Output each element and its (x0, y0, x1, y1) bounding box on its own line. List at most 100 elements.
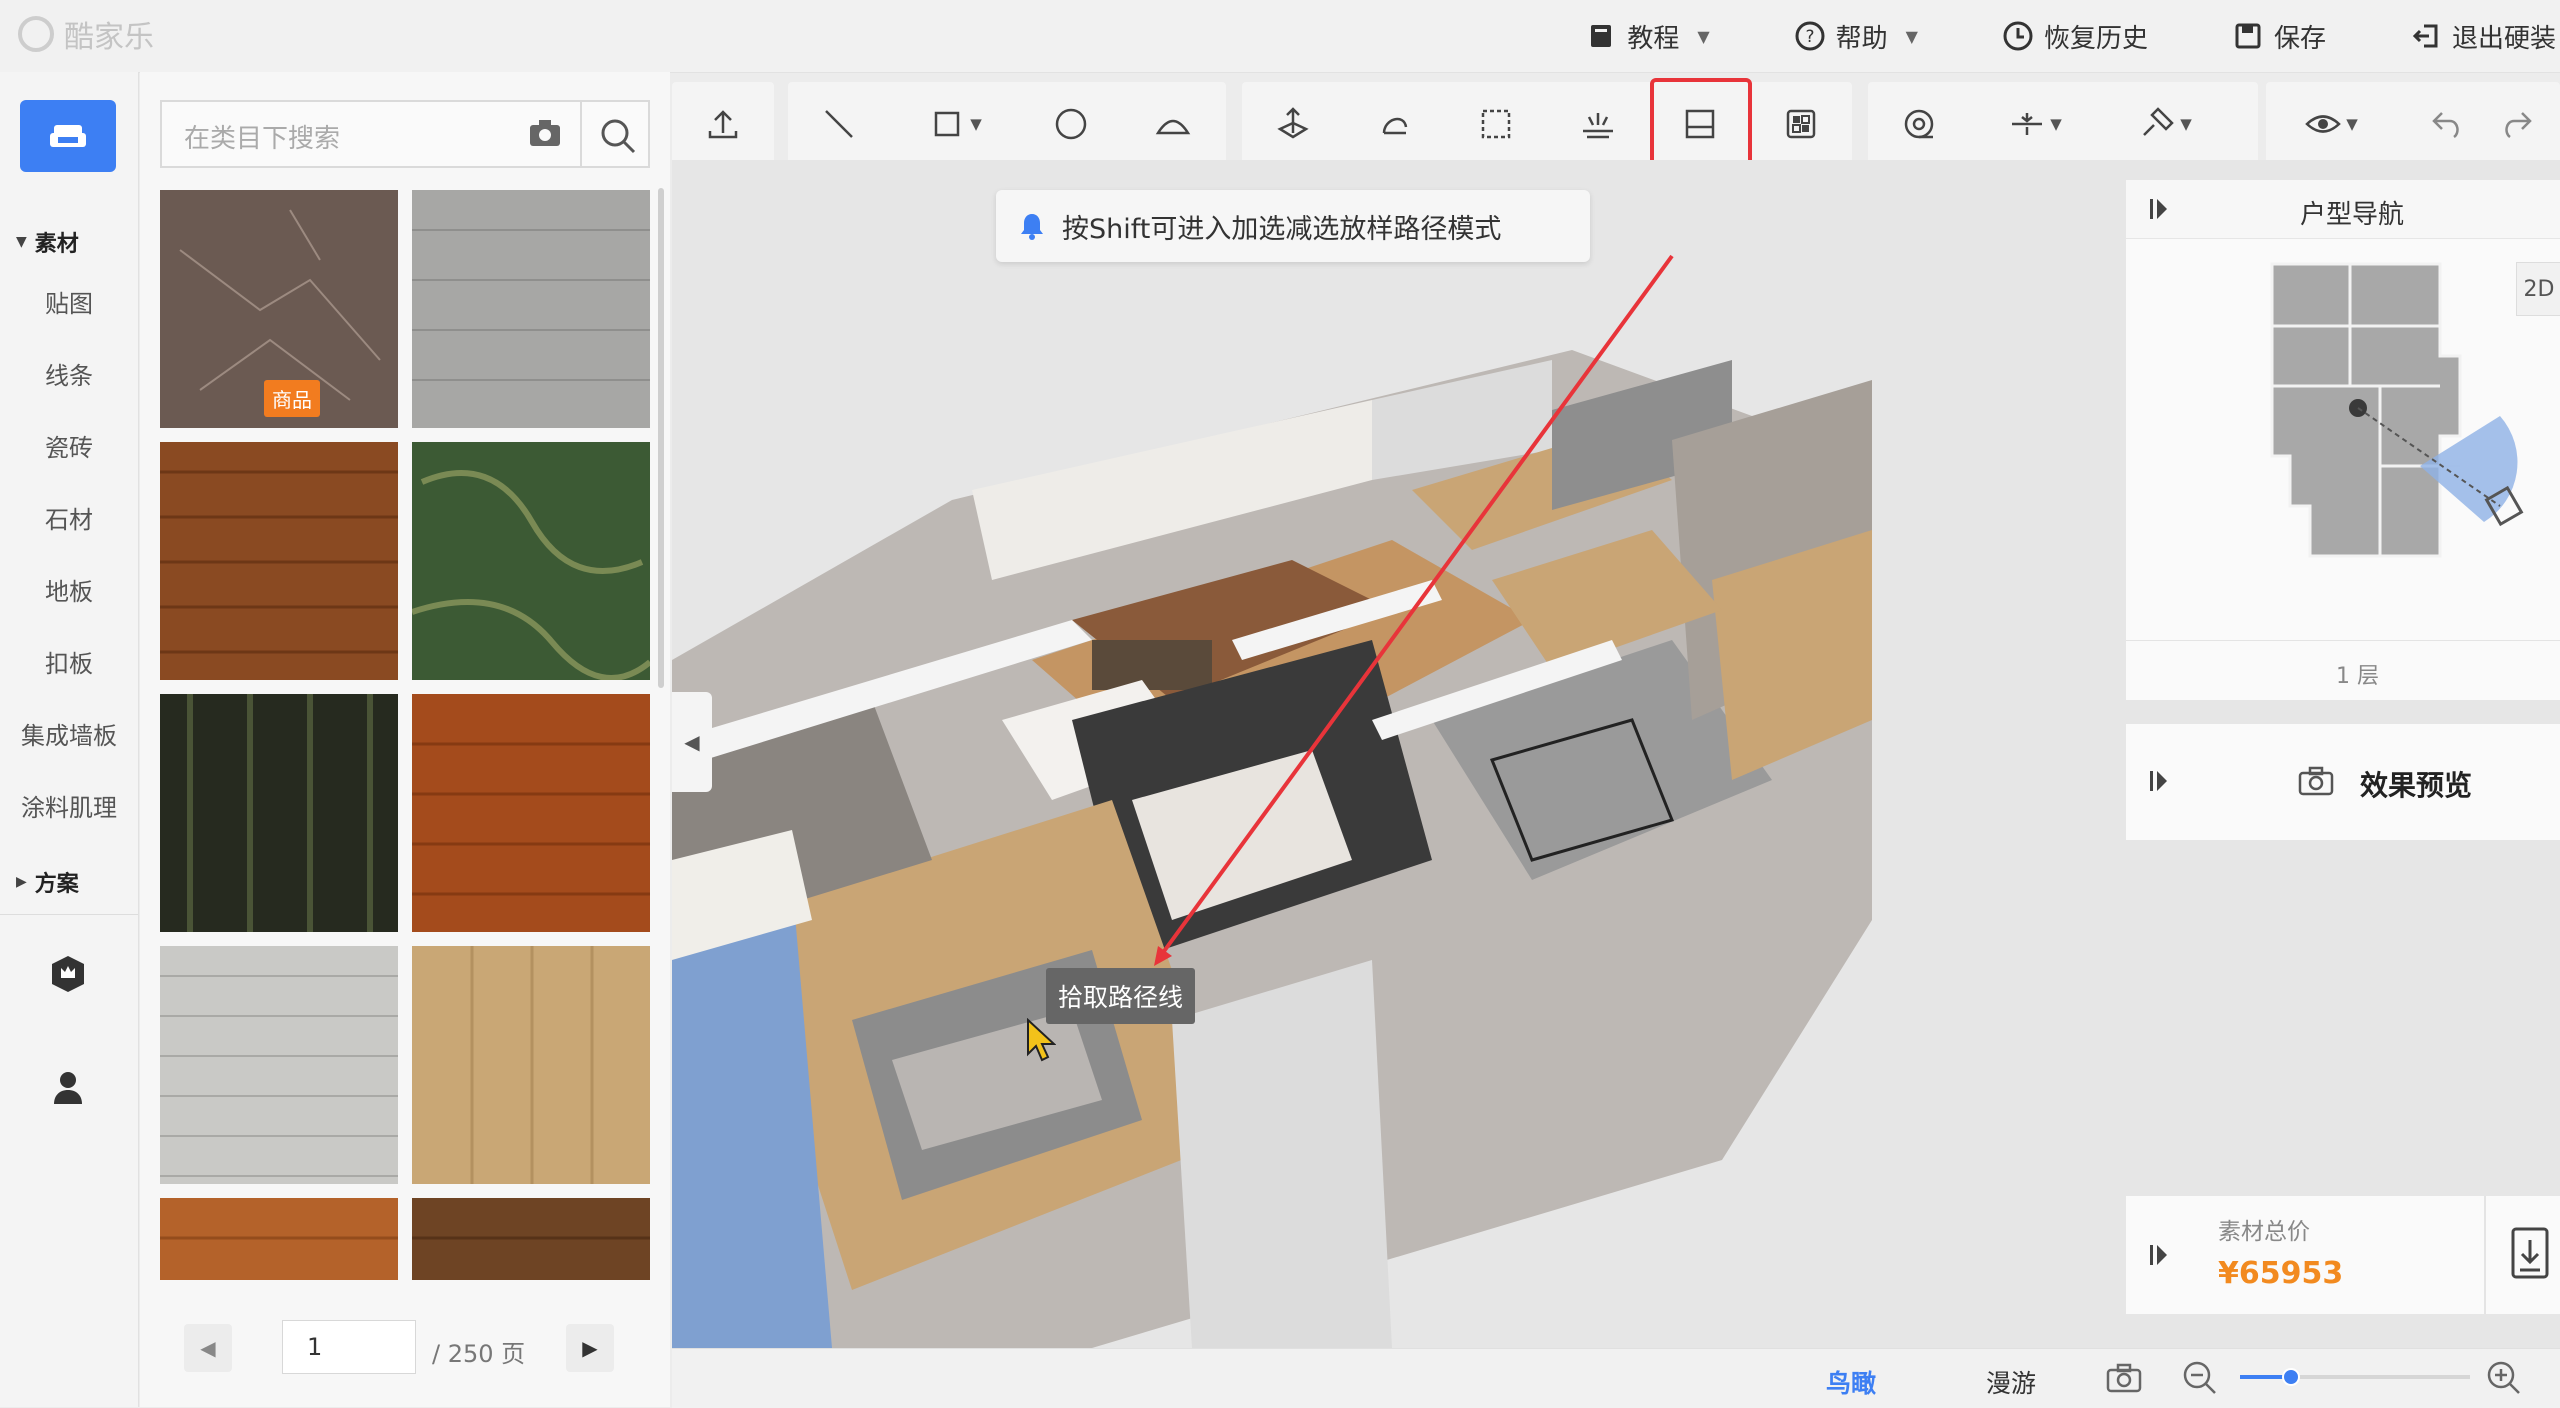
menu-exit[interactable]: 退出硬装 (2410, 18, 2560, 55)
camera-search-icon[interactable] (528, 118, 562, 148)
nav-section-plan[interactable]: ▶ 方案 (16, 866, 79, 898)
nav-item-paint[interactable]: 涂料肌理 (0, 788, 138, 823)
prev-page-button[interactable]: ◀ (184, 1324, 232, 1372)
nav-item-ceiling-panel[interactable]: 扣板 (0, 644, 138, 679)
zoom-slider[interactable] (2240, 1368, 2470, 1386)
redo-icon (2505, 112, 2532, 139)
visibility-tool[interactable]: ▼ (2266, 82, 2396, 166)
measure-tool[interactable] (1868, 82, 1970, 166)
light-strip-tool[interactable] (1547, 82, 1649, 166)
bell-icon (1021, 214, 1043, 240)
zoom-out-icon[interactable] (2182, 1360, 2218, 1396)
download-list-icon[interactable] (2510, 1226, 2552, 1282)
material-thumb-grey-wood[interactable] (412, 190, 650, 428)
floor-label[interactable]: 1 层 (2336, 658, 2379, 690)
nav-item-texture[interactable]: 贴图 (0, 284, 138, 319)
caret-down-icon: ▼ (16, 234, 27, 250)
toolbar-group-upload (672, 82, 774, 166)
tape-measure-icon (1904, 109, 1934, 139)
material-thumb-red-oak[interactable] (412, 694, 650, 932)
light-oak-wood-swatch (412, 946, 650, 1184)
line-tool[interactable] (788, 82, 890, 166)
select-region-tool[interactable] (1445, 82, 1547, 166)
walnut-wood-swatch (160, 442, 398, 680)
toolbar-group-modify (1242, 82, 1852, 166)
zoom-in-icon[interactable] (2486, 1360, 2522, 1396)
menu-save-label: 保存 (2273, 23, 2326, 54)
undo-button[interactable] (2396, 82, 2498, 166)
extrude-tool[interactable] (1242, 82, 1344, 166)
light-strip-icon (1582, 113, 1613, 139)
white-wash-wood-swatch (160, 946, 398, 1184)
price-value: ¥65953 (2218, 1256, 2344, 1291)
logo-mark-icon (18, 16, 54, 52)
arc-tool[interactable] (1122, 82, 1224, 166)
expand-panel-icon[interactable] (2148, 768, 2170, 794)
align-tool[interactable]: ▼ (1970, 82, 2100, 166)
svg-text:?: ? (1805, 27, 1814, 47)
zoom-slider-knob[interactable] (2281, 1368, 2300, 1386)
material-thumb-walnut[interactable] (160, 442, 398, 680)
search-box[interactable]: 在类目下搜索 (160, 100, 650, 168)
floorplan-minimap[interactable] (2260, 256, 2560, 576)
line-icon (825, 110, 853, 138)
nav-item-molding[interactable]: 线条 (0, 356, 138, 391)
navigator-divider (2126, 640, 2560, 641)
toolbar-group-history: ▼ (2266, 82, 2560, 166)
search-input[interactable]: 在类目下搜索 (184, 118, 340, 155)
shield-crown-icon[interactable] (50, 954, 86, 994)
material-thumb-black-wood[interactable] (160, 694, 398, 932)
roam-view-button[interactable]: 漫游 (1986, 1364, 2036, 1400)
material-thumb-white-wash[interactable] (160, 946, 398, 1184)
menu-save[interactable]: 保存 (2232, 18, 2326, 55)
render-preview-panel[interactable] (2126, 724, 2560, 840)
arc-icon (1155, 119, 1191, 135)
grid-icon (1786, 109, 1816, 139)
extrude-icon (1277, 107, 1309, 139)
nav-item-floor[interactable]: 地板 (0, 572, 138, 607)
nav-item-stone[interactable]: 石材 (0, 500, 138, 535)
nav-materials-button[interactable] (20, 100, 116, 172)
material-thumb-green-marble[interactable] (412, 442, 650, 680)
menu-restore-history[interactable]: 恢复历史 (2002, 18, 2148, 55)
clock-icon (2003, 21, 2033, 51)
grid-tool[interactable] (1750, 82, 1852, 166)
toolbar-group-view: ▼ ▼ (1868, 82, 2258, 166)
next-page-button[interactable]: ▶ (566, 1324, 614, 1372)
nav-section-material[interactable]: ▼ 素材 (16, 226, 79, 258)
menu-restore-label: 恢复历史 (2043, 23, 2148, 54)
material-thumb-orange-wood[interactable] (160, 1198, 398, 1280)
redo-button[interactable] (2498, 82, 2548, 166)
material-brush-tool[interactable]: ▼ (2100, 82, 2230, 166)
upload-tool[interactable] (672, 82, 774, 166)
library-scrollbar[interactable] (658, 188, 664, 688)
material-thumb-light-oak[interactable] (412, 946, 650, 1184)
app-logo[interactable]: 酷家乐 (18, 12, 154, 56)
search-divider (580, 102, 582, 166)
nav-item-tile[interactable]: 瓷砖 (0, 428, 138, 463)
black-wood-swatch (160, 694, 398, 932)
expand-panel-icon[interactable] (2148, 1242, 2170, 1268)
rotate-extrude-tool[interactable] (1344, 82, 1446, 166)
nav-item-wall-panel[interactable]: 集成墙板 (0, 716, 138, 751)
page-number-input[interactable]: 1 (282, 1320, 416, 1374)
material-thumb-brown-wood[interactable] (412, 1198, 650, 1280)
chevron-down-icon: ▼ (1697, 26, 1710, 46)
rectangle-tool[interactable]: ▼ (890, 82, 1020, 166)
circle-tool[interactable] (1020, 82, 1122, 166)
menu-tutorial[interactable]: 教程 ▼ (1585, 18, 1710, 55)
caret-right-icon: ▶ (16, 874, 27, 890)
menu-help[interactable]: ? 帮助 ▼ (1794, 18, 1918, 55)
search-icon[interactable] (598, 116, 638, 156)
green-marble-swatch (412, 442, 650, 680)
chevron-left-icon: ◀ (200, 1336, 216, 1360)
collapse-library-handle[interactable]: ◀ (672, 692, 712, 792)
birdseye-view-button[interactable]: 鸟瞰 (1826, 1364, 1876, 1400)
nav-divider (0, 914, 138, 915)
undo-icon (2432, 112, 2459, 139)
expand-panel-icon[interactable] (2148, 196, 2170, 222)
user-icon[interactable] (52, 1070, 84, 1106)
screenshot-camera-icon[interactable] (2106, 1362, 2144, 1394)
upload-icon (708, 110, 738, 139)
price-divider (2484, 1196, 2486, 1314)
